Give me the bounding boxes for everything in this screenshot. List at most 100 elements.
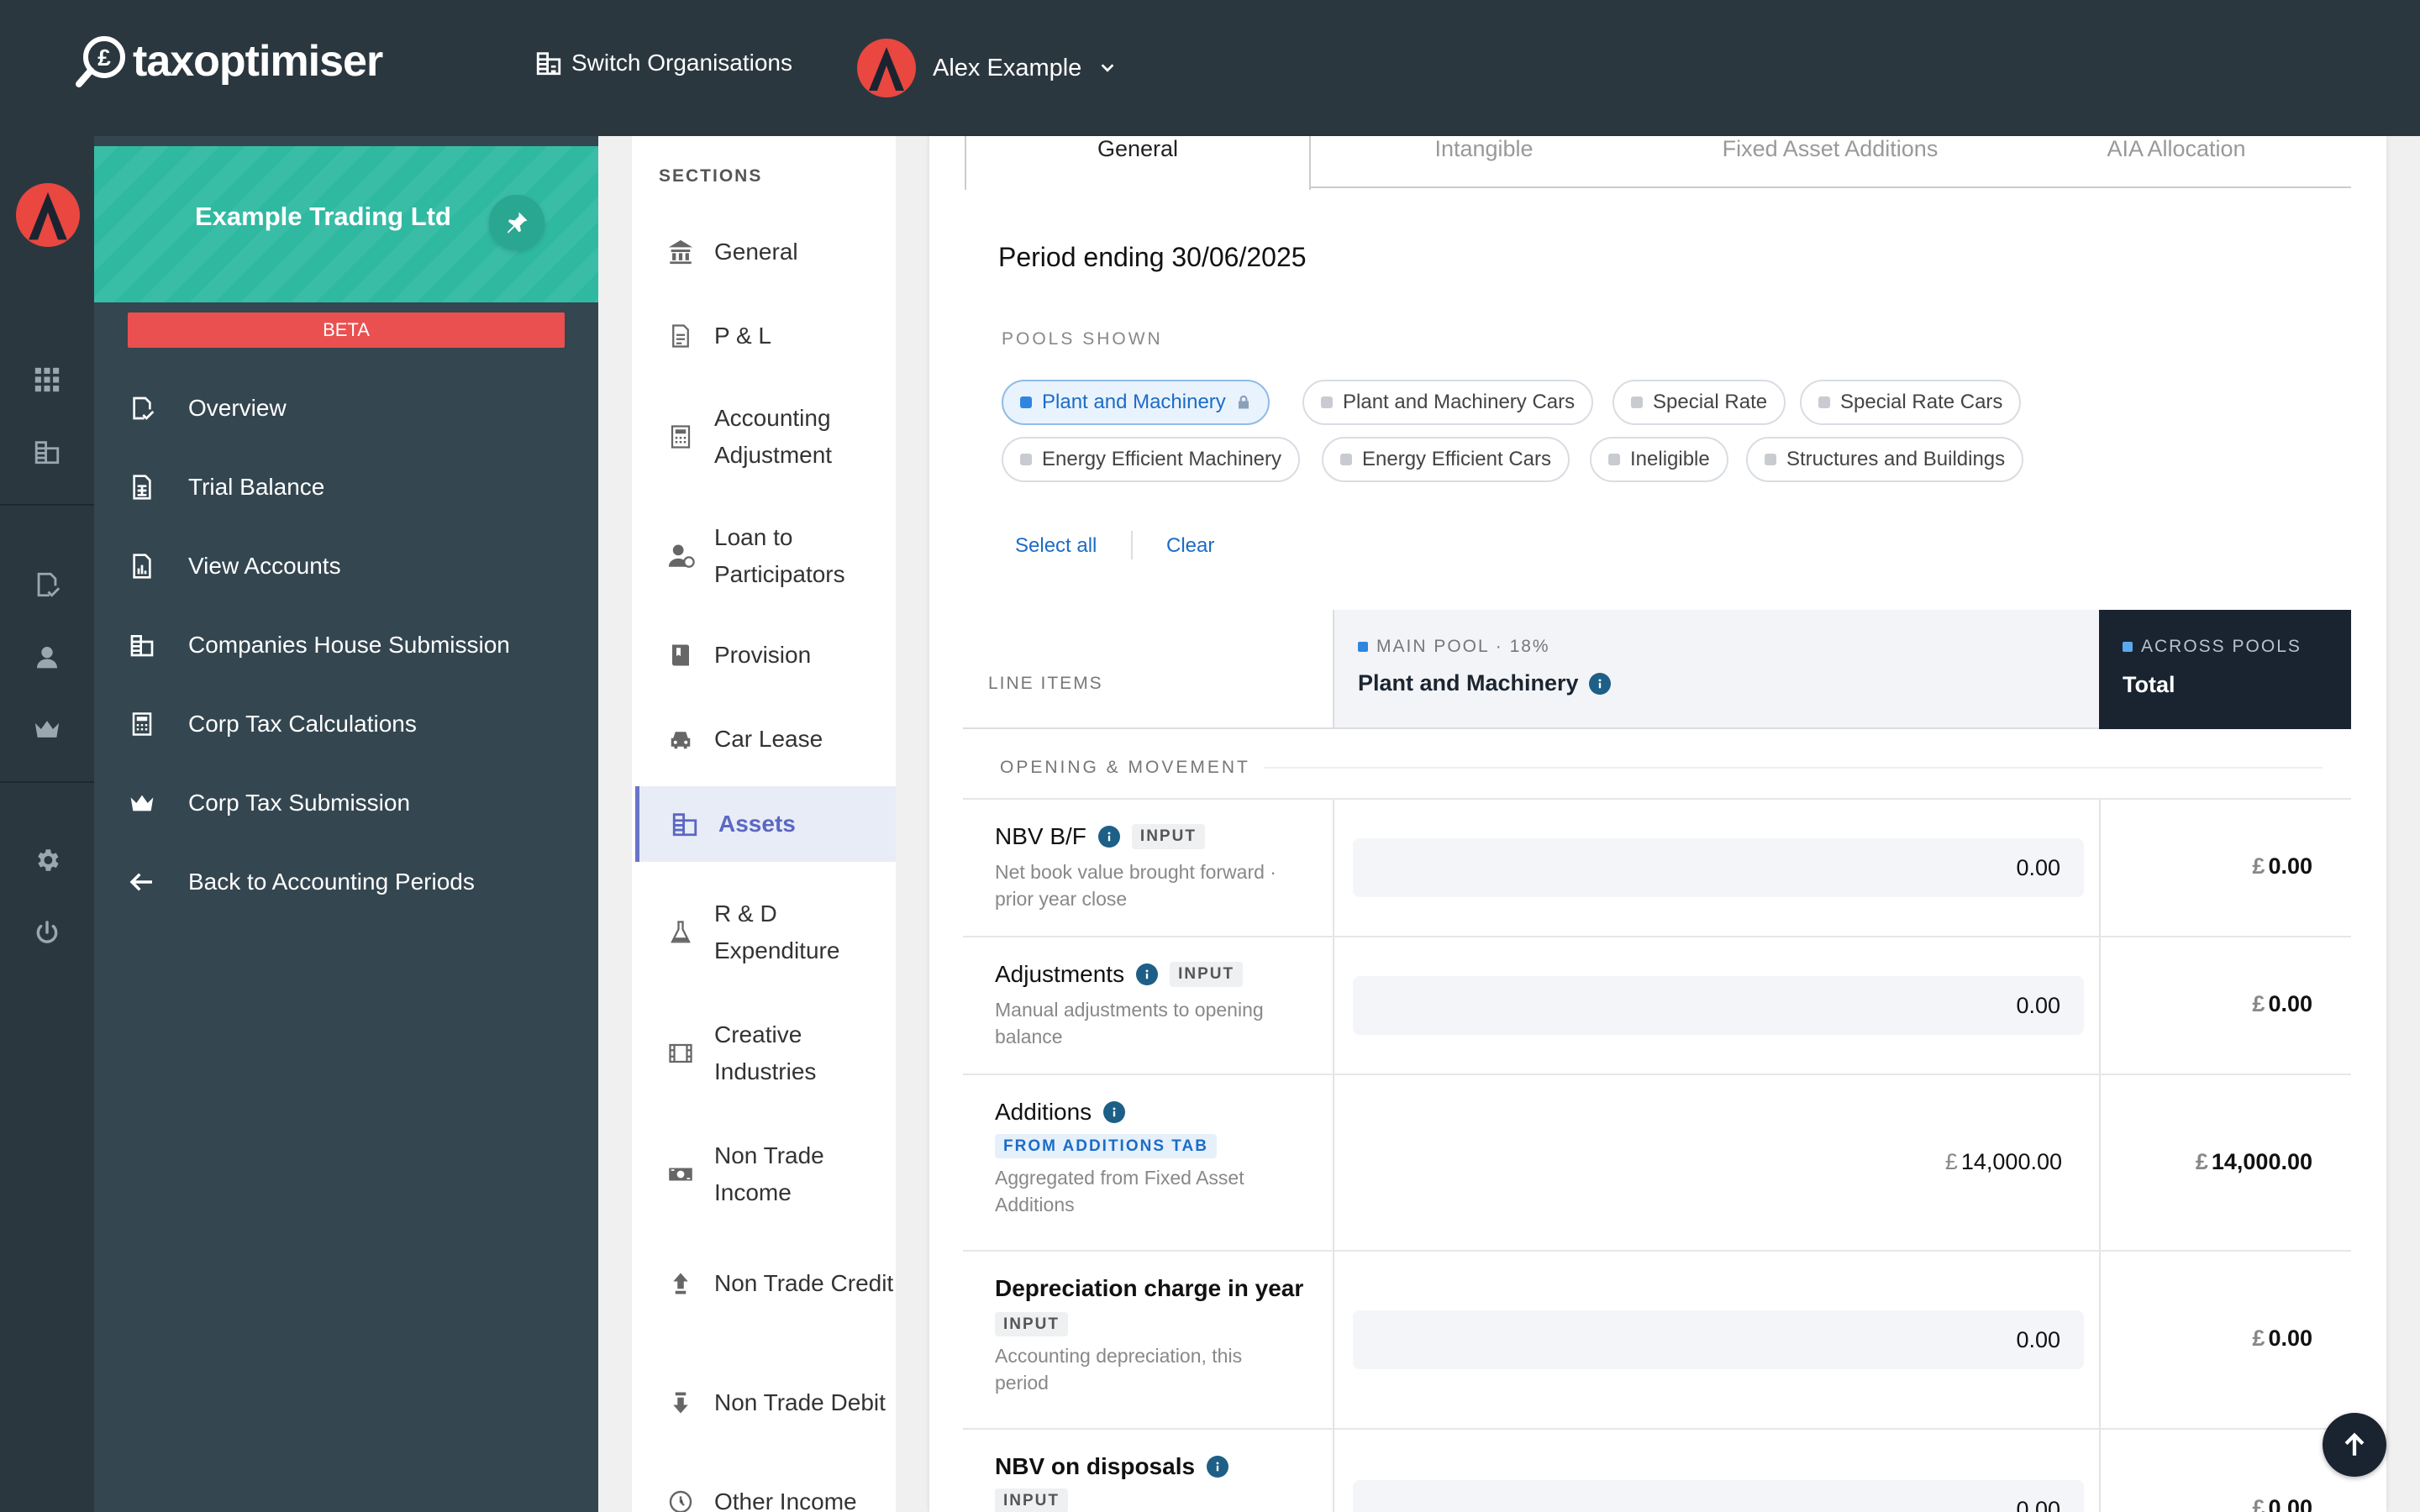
line-items-header-label: LINE ITEMS [988, 674, 1103, 693]
power-icon[interactable] [30, 916, 64, 949]
pool-chip-plant-and-machinery[interactable]: Plant and Machinery [1002, 380, 1270, 425]
calculator-icon [128, 710, 156, 738]
sidebar-item-trial-balance[interactable]: Trial Balance [128, 462, 324, 512]
pool-chip-structures-and-buildings[interactable]: Structures and Buildings [1746, 437, 2024, 482]
section-item-creative-industries[interactable]: Creative Industries [635, 1011, 896, 1095]
table-row: NBV B/F INPUT Net book value brought for… [963, 800, 2351, 937]
sidebar-item-corp-tax-calculations[interactable]: Corp Tax Calculations [128, 699, 417, 749]
group-row: OPENING & MOVEMENT [963, 729, 2351, 800]
group-label-text: OPENING & MOVEMENT [1000, 758, 1250, 777]
switch-organisations-button[interactable]: Switch Organisations [534, 49, 792, 77]
line-item-cell: NBV B/F INPUT Net book value brought for… [963, 800, 1333, 936]
info-icon[interactable] [1207, 1456, 1229, 1478]
select-all-link[interactable]: Select all [1015, 534, 1097, 558]
pin-icon [507, 212, 528, 234]
arrow-up-icon [2344, 1432, 2365, 1456]
total-value: £0.00 [2252, 991, 2312, 1017]
pool-chip-plant-and-machinery-cars[interactable]: Plant and Machinery Cars [1302, 380, 1594, 425]
line-item-description: Net book value brought forward · prior y… [995, 861, 1276, 910]
tab-aia-allocation[interactable]: AIA Allocation [2003, 136, 2349, 188]
pool-column-header: MAIN POOL · 18% Plant and Machinery [1333, 610, 2099, 729]
apps-grid-icon[interactable] [30, 363, 64, 396]
total-value: £0.00 [2252, 853, 2312, 879]
line-item-title: NBV on disposals [995, 1453, 1333, 1480]
line-item-cell: NBV on disposals INPUT [963, 1430, 1333, 1512]
crown-icon [128, 789, 156, 817]
nbv-disposals-input[interactable]: 0.00 [1353, 1480, 2084, 1512]
beta-badge: BETA [128, 312, 565, 348]
total-value-cell: £0.00 [2099, 1430, 2351, 1512]
section-item-non-trade-credit[interactable]: Non Trade Credit [635, 1242, 896, 1326]
person-icon[interactable] [30, 640, 64, 674]
rail-avatar[interactable] [16, 183, 80, 247]
tab-intangible[interactable]: Intangible [1311, 136, 1657, 188]
scroll-to-top-button[interactable] [2323, 1413, 2386, 1477]
pool-color-dot [1020, 396, 1032, 408]
line-item-title: NBV B/F INPUT [995, 823, 1333, 850]
gear-icon[interactable] [30, 843, 64, 877]
tab-bar: General Intangible Fixed Asset Additions… [965, 136, 2351, 190]
arrow-down-icon [666, 1388, 696, 1418]
line-item-title: Additions [995, 1099, 1333, 1126]
pin-button[interactable] [489, 195, 544, 250]
table-row: Additions FROM ADDITIONS TAB Aggregated … [963, 1075, 2351, 1252]
sidebar-item-corp-tax-submission[interactable]: Corp Tax Submission [128, 778, 410, 828]
info-icon[interactable] [1103, 1101, 1126, 1123]
sidebar-item-back-to-periods[interactable]: Back to Accounting Periods [128, 857, 475, 907]
logo[interactable]: £ taxoptimiser [74, 34, 383, 89]
sidebar-item-overview[interactable]: Overview [128, 383, 287, 433]
section-item-pl[interactable]: P & L [635, 311, 896, 361]
section-item-non-trade-income[interactable]: Non Trade Income [635, 1132, 896, 1216]
line-item-title: Adjustments INPUT [995, 961, 1333, 988]
person-loan-icon [666, 541, 696, 571]
nbv-bf-input[interactable]: 0.00 [1353, 838, 2084, 897]
section-item-provision[interactable]: Provision [635, 630, 896, 680]
ledger-icon [666, 640, 696, 670]
section-item-car-lease[interactable]: Car Lease [635, 714, 896, 764]
total-value-cell: £14,000.00 [2099, 1075, 2351, 1250]
pool-chip-ineligible[interactable]: Ineligible [1590, 437, 1728, 482]
line-item-description: Manual adjustments to opening balance [995, 999, 1264, 1047]
sidebar-item-label: Companies House Submission [188, 632, 510, 658]
section-item-accounting-adjustment[interactable]: Accounting Adjustment [635, 395, 896, 479]
sidebar-item-label: Corp Tax Calculations [188, 711, 417, 737]
section-item-assets[interactable]: Assets [635, 786, 896, 862]
pool-value-cell: 0.00 [1333, 800, 2099, 936]
section-item-label: Car Lease [714, 726, 823, 752]
arrow-up-icon [666, 1268, 696, 1299]
sidebar-item-label: Overview [188, 395, 287, 421]
tab-general[interactable]: General [965, 136, 1311, 190]
clear-link[interactable]: Clear [1166, 534, 1214, 558]
sidebar-item-view-accounts[interactable]: View Accounts [128, 541, 341, 591]
info-icon[interactable] [1136, 963, 1159, 985]
pool-chip-special-rate[interactable]: Special Rate [1612, 380, 1786, 425]
crown-icon[interactable] [30, 712, 64, 746]
user-menu[interactable]: Alex Example [857, 39, 1117, 97]
total-value-cell: £0.00 [2099, 1252, 2351, 1428]
pool-chip-energy-efficient-machinery[interactable]: Energy Efficient Machinery [1002, 437, 1301, 482]
depreciation-input[interactable]: 0.00 [1353, 1310, 2084, 1369]
pool-chip-special-rate-cars[interactable]: Special Rate Cars [1800, 380, 2022, 425]
section-item-general[interactable]: General [635, 227, 896, 277]
section-item-non-trade-debit[interactable]: Non Trade Debit [635, 1361, 896, 1445]
pool-header-rate: MAIN POOL · 18% [1358, 637, 1550, 657]
table-row: Depreciation charge in year INPUT Accoun… [963, 1252, 2351, 1430]
info-icon[interactable] [1588, 672, 1611, 695]
doc-check-icon[interactable] [30, 568, 64, 601]
pool-chip-label: Special Rate Cars [1840, 391, 2003, 413]
adjustments-input[interactable]: 0.00 [1353, 976, 2084, 1035]
building-icon[interactable] [30, 435, 64, 469]
pool-chip-energy-efficient-cars[interactable]: Energy Efficient Cars [1322, 437, 1570, 482]
info-icon[interactable] [1097, 826, 1120, 848]
section-item-rd-expenditure[interactable]: R & D Expenditure [635, 890, 896, 974]
section-item-other-income[interactable]: Other Income [635, 1477, 896, 1512]
currency-symbol: £ [2252, 853, 2265, 879]
total-amount: 0.00 [2268, 1326, 2312, 1351]
total-header-small: ACROSS POOLS [2123, 637, 2302, 657]
section-item-label: P & L [714, 323, 771, 349]
sidebar-item-companies-house[interactable]: Companies House Submission [128, 620, 510, 670]
line-items-header: LINE ITEMS [963, 610, 1333, 729]
tab-fixed-asset-additions[interactable]: Fixed Asset Additions [1657, 136, 2003, 188]
section-item-loan-to-participators[interactable]: Loan to Participators [635, 514, 896, 598]
pools-shown-label: POOLS SHOWN [1002, 329, 1163, 349]
